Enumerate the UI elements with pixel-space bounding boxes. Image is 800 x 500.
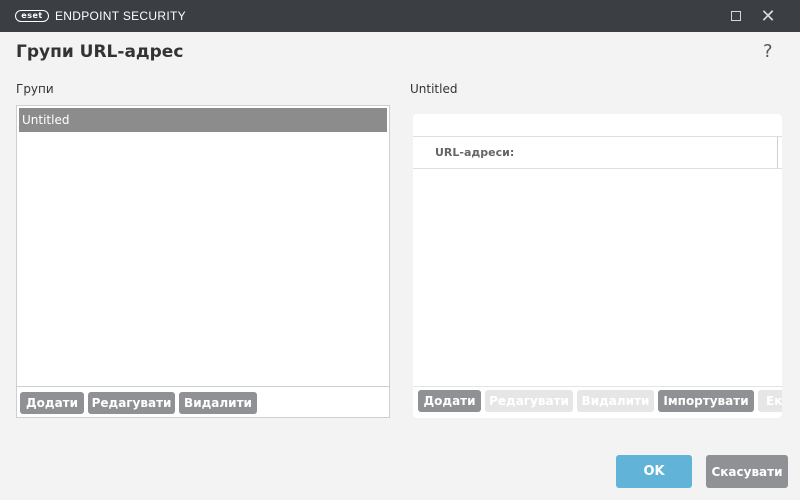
edit-group-button[interactable]: Редагувати (88, 392, 175, 414)
column-resize-handle[interactable] (777, 137, 778, 169)
cancel-button[interactable]: Скасувати (706, 455, 788, 488)
maximize-button[interactable] (721, 0, 751, 32)
ok-button[interactable]: OK (616, 455, 692, 488)
close-button[interactable]: ✕ (753, 0, 783, 32)
help-icon[interactable]: ? (763, 41, 773, 62)
divider (17, 386, 389, 387)
eset-logo-mark: eset (15, 10, 49, 22)
delete-url-button[interactable]: Видалити (577, 390, 654, 412)
import-url-button[interactable]: Імпортувати (658, 390, 754, 412)
delete-group-button[interactable]: Видалити (179, 392, 257, 414)
divider (413, 386, 782, 387)
groups-label: Групи (16, 82, 54, 96)
add-group-button[interactable]: Додати (20, 392, 84, 414)
divider (413, 168, 782, 169)
selected-group-label: Untitled (410, 82, 458, 96)
close-icon: ✕ (760, 5, 776, 27)
url-column-header: URL-адреси: (435, 146, 515, 159)
groups-list[interactable]: Untitled (17, 106, 389, 386)
export-url-button[interactable]: Екс (758, 390, 782, 412)
maximize-icon (731, 11, 741, 21)
groups-panel: Untitled Додати Редагувати Видалити (16, 105, 390, 418)
edit-url-button[interactable]: Редагувати (485, 390, 573, 412)
title-bar: eset ENDPOINT SECURITY ✕ (0, 0, 800, 32)
list-item-untitled[interactable]: Untitled (19, 108, 387, 132)
divider (413, 136, 782, 137)
add-url-button[interactable]: Додати (418, 390, 481, 412)
url-panel: URL-адреси: Додати Редагувати Видалити І… (413, 114, 782, 418)
dialog-title: Групи URL-адрес (16, 42, 184, 62)
product-name: ENDPOINT SECURITY (55, 9, 186, 23)
eset-logo: eset ENDPOINT SECURITY (15, 9, 186, 23)
